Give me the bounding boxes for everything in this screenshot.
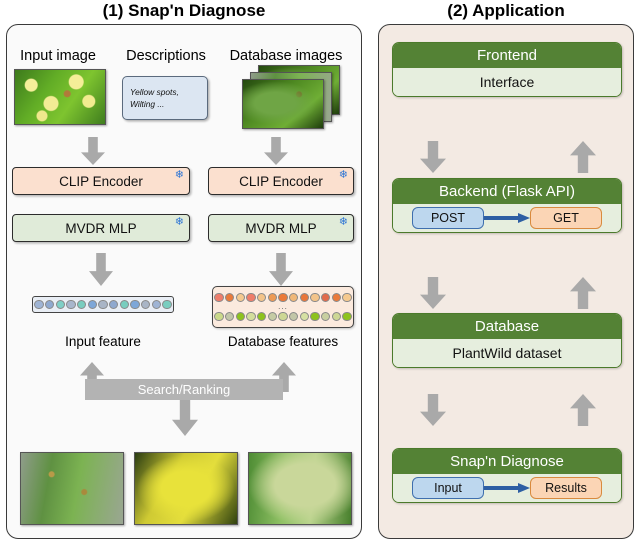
feature-dot xyxy=(108,299,119,310)
feature-dot xyxy=(278,292,288,303)
feature-dot xyxy=(224,311,235,322)
block-backend: Backend (Flask API) POST GET xyxy=(392,178,622,233)
search-ranking-bar: Search/Ranking xyxy=(85,379,283,400)
block-database-body: PlantWild dataset xyxy=(393,339,621,367)
mvdr-mlp-right-label: MVDR MLP xyxy=(245,220,317,236)
feature-dot xyxy=(267,292,278,303)
feature-dot xyxy=(320,292,331,303)
feature-dot xyxy=(342,292,352,303)
feature-dot xyxy=(310,311,320,322)
input-pill[interactable]: Input xyxy=(412,477,484,499)
feature-dot xyxy=(130,299,140,310)
mvdr-mlp-right: MVDR MLP ❄ xyxy=(208,214,354,242)
result-image-3 xyxy=(248,452,352,525)
database-feature-vectors: ... xyxy=(212,286,354,328)
clip-encoder-left-label: CLIP Encoder xyxy=(59,173,143,189)
database-image-front xyxy=(242,79,324,129)
feature-dot xyxy=(331,311,342,322)
result-image-1 xyxy=(20,452,124,525)
input-image-photo xyxy=(14,69,106,125)
feature-dot xyxy=(151,299,162,310)
column-header-database-images: Database images xyxy=(229,48,343,64)
feature-dot xyxy=(235,292,246,303)
result-image-2 xyxy=(134,452,238,525)
input-feature-dot-row xyxy=(33,298,173,311)
snowflake-icon: ❄ xyxy=(174,169,184,181)
feature-dot xyxy=(310,292,320,303)
column-header-input-image: Input image xyxy=(20,48,96,64)
feature-dot xyxy=(98,299,108,310)
backend-pill-row: POST GET xyxy=(393,207,621,229)
block-database-header: Database xyxy=(393,314,621,339)
block-database-body-text: PlantWild dataset xyxy=(452,345,562,361)
feature-dot xyxy=(288,311,299,322)
snowflake-icon: ❄ xyxy=(338,216,348,228)
feature-dot xyxy=(256,311,267,322)
description-line-1: Yellow spots, xyxy=(130,86,179,97)
block-backend-header: Backend (Flask API) xyxy=(393,179,621,204)
feature-dot xyxy=(214,292,224,303)
block-frontend: Frontend Interface xyxy=(392,42,622,97)
feature-dot xyxy=(278,311,288,322)
descriptions-callout: Yellow spots, Wilting ... xyxy=(122,76,208,120)
feature-dot xyxy=(246,311,256,322)
feature-dot xyxy=(76,299,87,310)
feature-dot xyxy=(320,311,331,322)
block-frontend-body: Interface xyxy=(393,68,621,96)
feature-dot xyxy=(87,299,98,310)
feature-dot xyxy=(214,311,224,322)
feature-dot xyxy=(299,292,310,303)
block-frontend-header: Frontend xyxy=(393,43,621,68)
feature-dot xyxy=(162,299,172,310)
database-features-caption: Database features xyxy=(227,334,339,349)
feature-dot xyxy=(256,292,267,303)
get-pill[interactable]: GET xyxy=(530,207,602,229)
mvdr-mlp-left-label: MVDR MLP xyxy=(65,220,137,236)
clip-encoder-left: CLIP Encoder ❄ xyxy=(12,167,190,195)
post-pill[interactable]: POST xyxy=(412,207,484,229)
feature-dot xyxy=(299,311,310,322)
block-frontend-body-text: Interface xyxy=(479,74,535,90)
block-database: Database PlantWild dataset xyxy=(392,313,622,368)
snowflake-icon: ❄ xyxy=(338,169,348,181)
feature-dot xyxy=(224,292,235,303)
feature-dot xyxy=(235,311,246,322)
feature-dot xyxy=(246,292,256,303)
feature-dot xyxy=(140,299,151,310)
description-line-2: Wilting ... xyxy=(130,99,165,109)
snap-pill-row: Input Results xyxy=(393,477,621,499)
search-ranking-label: Search/Ranking xyxy=(137,382,231,397)
feature-dot xyxy=(55,299,66,310)
mvdr-mlp-left: MVDR MLP ❄ xyxy=(12,214,190,242)
database-feature-dot-row-2 xyxy=(213,310,353,323)
diagram-root: (1) Snap'n Diagnose (2) Application Inpu… xyxy=(0,0,640,544)
column-header-descriptions: Descriptions xyxy=(126,48,206,64)
feature-dot xyxy=(44,299,55,310)
feature-dot xyxy=(331,292,342,303)
clip-encoder-right: CLIP Encoder ❄ xyxy=(208,167,354,195)
feature-dot xyxy=(66,299,76,310)
input-feature-caption: Input feature xyxy=(65,334,141,349)
feature-dot xyxy=(288,292,299,303)
feature-dot xyxy=(119,299,130,310)
block-snap-n-diagnose: Snap'n Diagnose Input Results xyxy=(392,448,622,503)
feature-dot xyxy=(34,299,44,310)
block-snap-n-diagnose-header: Snap'n Diagnose xyxy=(393,449,621,474)
block-backend-body: POST GET xyxy=(393,204,621,232)
clip-encoder-right-label: CLIP Encoder xyxy=(239,173,323,189)
arrow-input-to-results xyxy=(484,483,530,493)
block-snap-n-diagnose-body: Input Results xyxy=(393,474,621,502)
feature-dot xyxy=(342,311,352,322)
snowflake-icon: ❄ xyxy=(174,216,184,228)
results-pill[interactable]: Results xyxy=(530,477,602,499)
input-feature-vector xyxy=(32,296,174,313)
panel-title-snap-n-diagnose: (1) Snap'n Diagnose xyxy=(102,1,266,20)
feature-dot xyxy=(267,311,278,322)
arrow-post-to-get xyxy=(484,213,530,223)
panel-title-application: (2) Application xyxy=(447,1,565,20)
